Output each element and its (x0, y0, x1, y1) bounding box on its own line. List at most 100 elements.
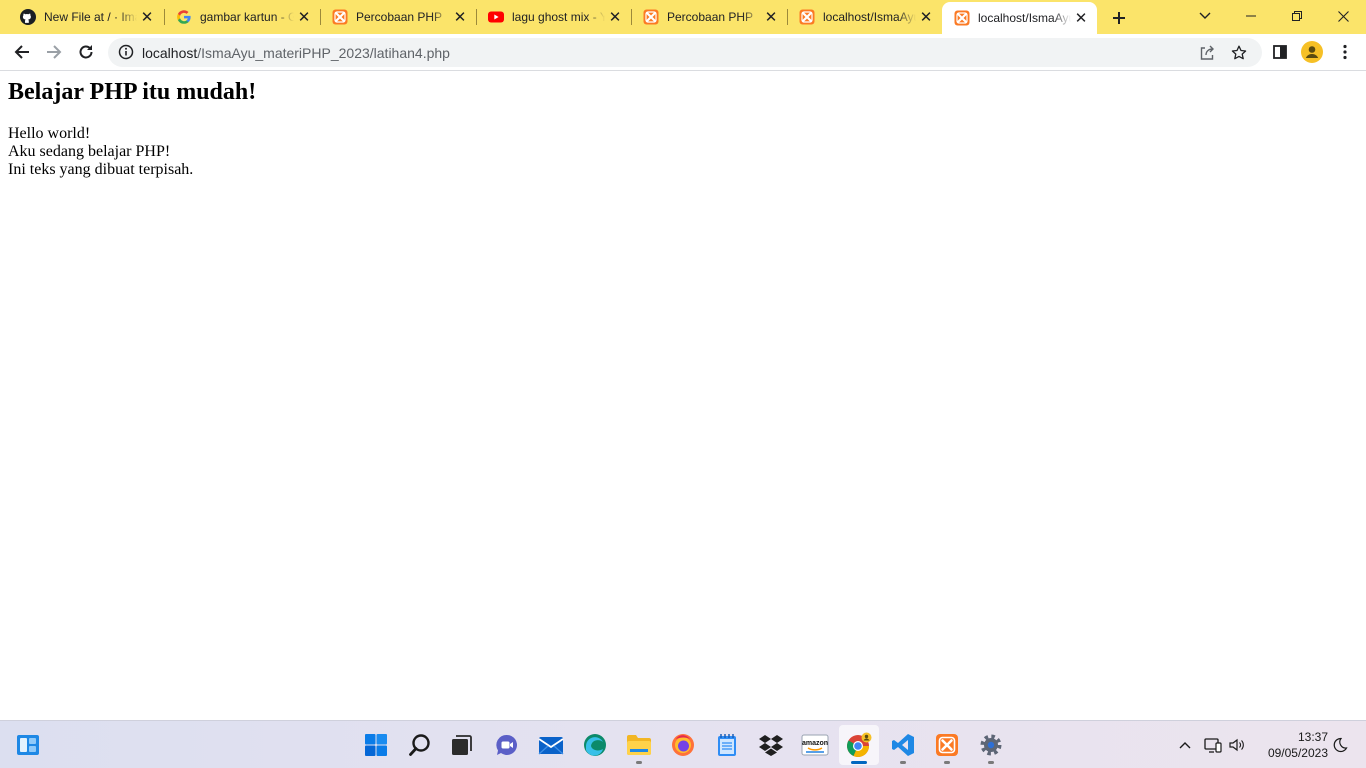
chat-icon (496, 734, 517, 755)
clock-date: 09/05/2023 (1267, 746, 1328, 760)
close-icon[interactable]: ✕ (761, 7, 781, 27)
more-menu-icon[interactable] (1333, 40, 1357, 64)
url-text[interactable]: localhost/IsmaAyu_materiPHP_2023/latihan… (142, 45, 450, 61)
tab-percobaan-php[interactable]: Percobaan PHP ✕ (320, 0, 476, 34)
share-icon[interactable] (1198, 44, 1216, 62)
chevron-down-icon (1199, 12, 1211, 19)
chat-app[interactable] (487, 725, 527, 765)
widgets-icon (17, 735, 39, 755)
notepad-icon (718, 734, 736, 756)
google-icon (176, 9, 192, 25)
side-panel-icon[interactable] (1268, 40, 1292, 64)
volume-icon[interactable] (1227, 735, 1247, 755)
running-indicator (944, 761, 950, 764)
mail-icon (538, 737, 564, 755)
text-line: Ini teks yang dibuat terpisah. (8, 161, 194, 178)
xampp-app[interactable] (927, 725, 967, 765)
minimize-button[interactable] (1228, 0, 1274, 32)
close-icon (1337, 10, 1349, 22)
close-window-button[interactable] (1320, 0, 1366, 32)
reload-icon (79, 45, 93, 59)
taskbar: amazon 13:37 09/05/2023 (0, 720, 1366, 768)
edge-app[interactable] (575, 725, 615, 765)
search-icon (409, 734, 430, 756)
vscode-app[interactable] (883, 725, 923, 765)
firefox-app[interactable] (663, 725, 703, 765)
reload-button[interactable] (72, 38, 100, 66)
mail-app[interactable] (531, 725, 571, 765)
start-button[interactable] (356, 725, 396, 765)
xampp-icon (954, 10, 970, 26)
widgets-button[interactable] (8, 725, 48, 765)
text-line: Hello world! (8, 125, 91, 142)
url-host: localhost (142, 45, 198, 61)
tab-title: New File at / · Ima (44, 10, 137, 24)
chevron-up-icon[interactable] (1175, 735, 1195, 755)
vscode-icon (892, 734, 914, 756)
amazon-icon: amazon (801, 734, 829, 756)
browser-toolbar: localhost/IsmaAyu_materiPHP_2023/latihan… (0, 34, 1366, 71)
bookmark-star-icon[interactable] (1230, 44, 1248, 62)
amazon-app[interactable]: amazon (795, 725, 835, 765)
arrow-left-icon (14, 45, 29, 59)
close-icon[interactable]: ✕ (605, 7, 625, 27)
start-icon (365, 734, 387, 756)
page-heading: Belajar PHP itu mudah! (8, 79, 257, 105)
info-icon[interactable] (118, 44, 134, 60)
settings-app[interactable] (971, 725, 1011, 765)
dropbox-icon (759, 735, 783, 756)
tab-title: gambar kartun - G (200, 10, 294, 24)
chrome-app[interactable] (839, 725, 879, 765)
tab-title: lagu ghost mix - Y (512, 10, 605, 24)
tab-localhost[interactable]: localhost/IsmaAyu ✕ (787, 0, 942, 34)
back-button[interactable] (8, 38, 36, 66)
close-icon[interactable]: ✕ (294, 7, 314, 27)
running-indicator (851, 761, 867, 764)
xampp-icon (936, 734, 958, 756)
clock[interactable]: 13:37 09/05/2023 (1256, 729, 1328, 761)
network-icon[interactable] (1203, 735, 1223, 755)
running-indicator (636, 761, 642, 764)
running-indicator (988, 761, 994, 764)
notepad-app[interactable] (707, 725, 747, 765)
clock-time: 13:37 (1297, 730, 1328, 744)
close-icon[interactable]: ✕ (916, 7, 936, 27)
tab-youtube[interactable]: lagu ghost mix - Y ✕ (476, 0, 631, 34)
chrome-icon (847, 732, 872, 757)
file-explorer-icon (627, 735, 651, 755)
tab-title: Percobaan PHP (356, 10, 443, 24)
tab-title: Percobaan PHP (667, 10, 754, 24)
close-icon[interactable]: ✕ (450, 7, 470, 27)
search-button[interactable] (400, 725, 440, 765)
text-lines: Hello world! Aku sedang belajar PHP! Ini… (8, 125, 193, 179)
tab-github[interactable]: New File at / · Ima ✕ (8, 0, 163, 34)
youtube-icon (488, 9, 504, 25)
minimize-icon (1246, 15, 1256, 17)
close-icon[interactable]: ✕ (1071, 8, 1091, 28)
tab-google[interactable]: gambar kartun - G ✕ (164, 0, 320, 34)
tab-percobaan-php[interactable]: Percobaan PHP ✕ (631, 0, 787, 34)
task-view-button[interactable] (442, 725, 482, 765)
tab-title: localhost/IsmaAyu (823, 10, 916, 24)
focus-assist-icon[interactable] (1330, 735, 1350, 755)
address-bar[interactable]: localhost/IsmaAyu_materiPHP_2023/latihan… (108, 38, 1262, 67)
tab-search-button[interactable] (1182, 0, 1228, 32)
amazon-label: amazon (802, 740, 828, 747)
dropbox-app[interactable] (751, 725, 791, 765)
forward-button[interactable] (40, 38, 68, 66)
new-tab-button[interactable] (1108, 7, 1130, 29)
tab-strip: New File at / · Ima ✕ gambar kartun - G … (0, 0, 1366, 34)
xampp-icon (643, 9, 659, 25)
profile-avatar-icon[interactable] (1300, 40, 1324, 64)
restore-button[interactable] (1274, 0, 1320, 32)
restore-icon (1292, 11, 1302, 21)
close-icon[interactable]: ✕ (137, 7, 157, 27)
file-explorer-app[interactable] (619, 725, 659, 765)
url-path: /IsmaAyu_materiPHP_2023/latihan4.php (197, 45, 450, 61)
firefox-icon (672, 734, 694, 756)
tab-localhost-active[interactable]: localhost/IsmaAyu ✕ (942, 2, 1097, 34)
text-line: Aku sedang belajar PHP! (8, 143, 171, 160)
xampp-icon (799, 9, 815, 25)
edge-icon (584, 734, 606, 756)
task-view-icon (452, 735, 472, 755)
